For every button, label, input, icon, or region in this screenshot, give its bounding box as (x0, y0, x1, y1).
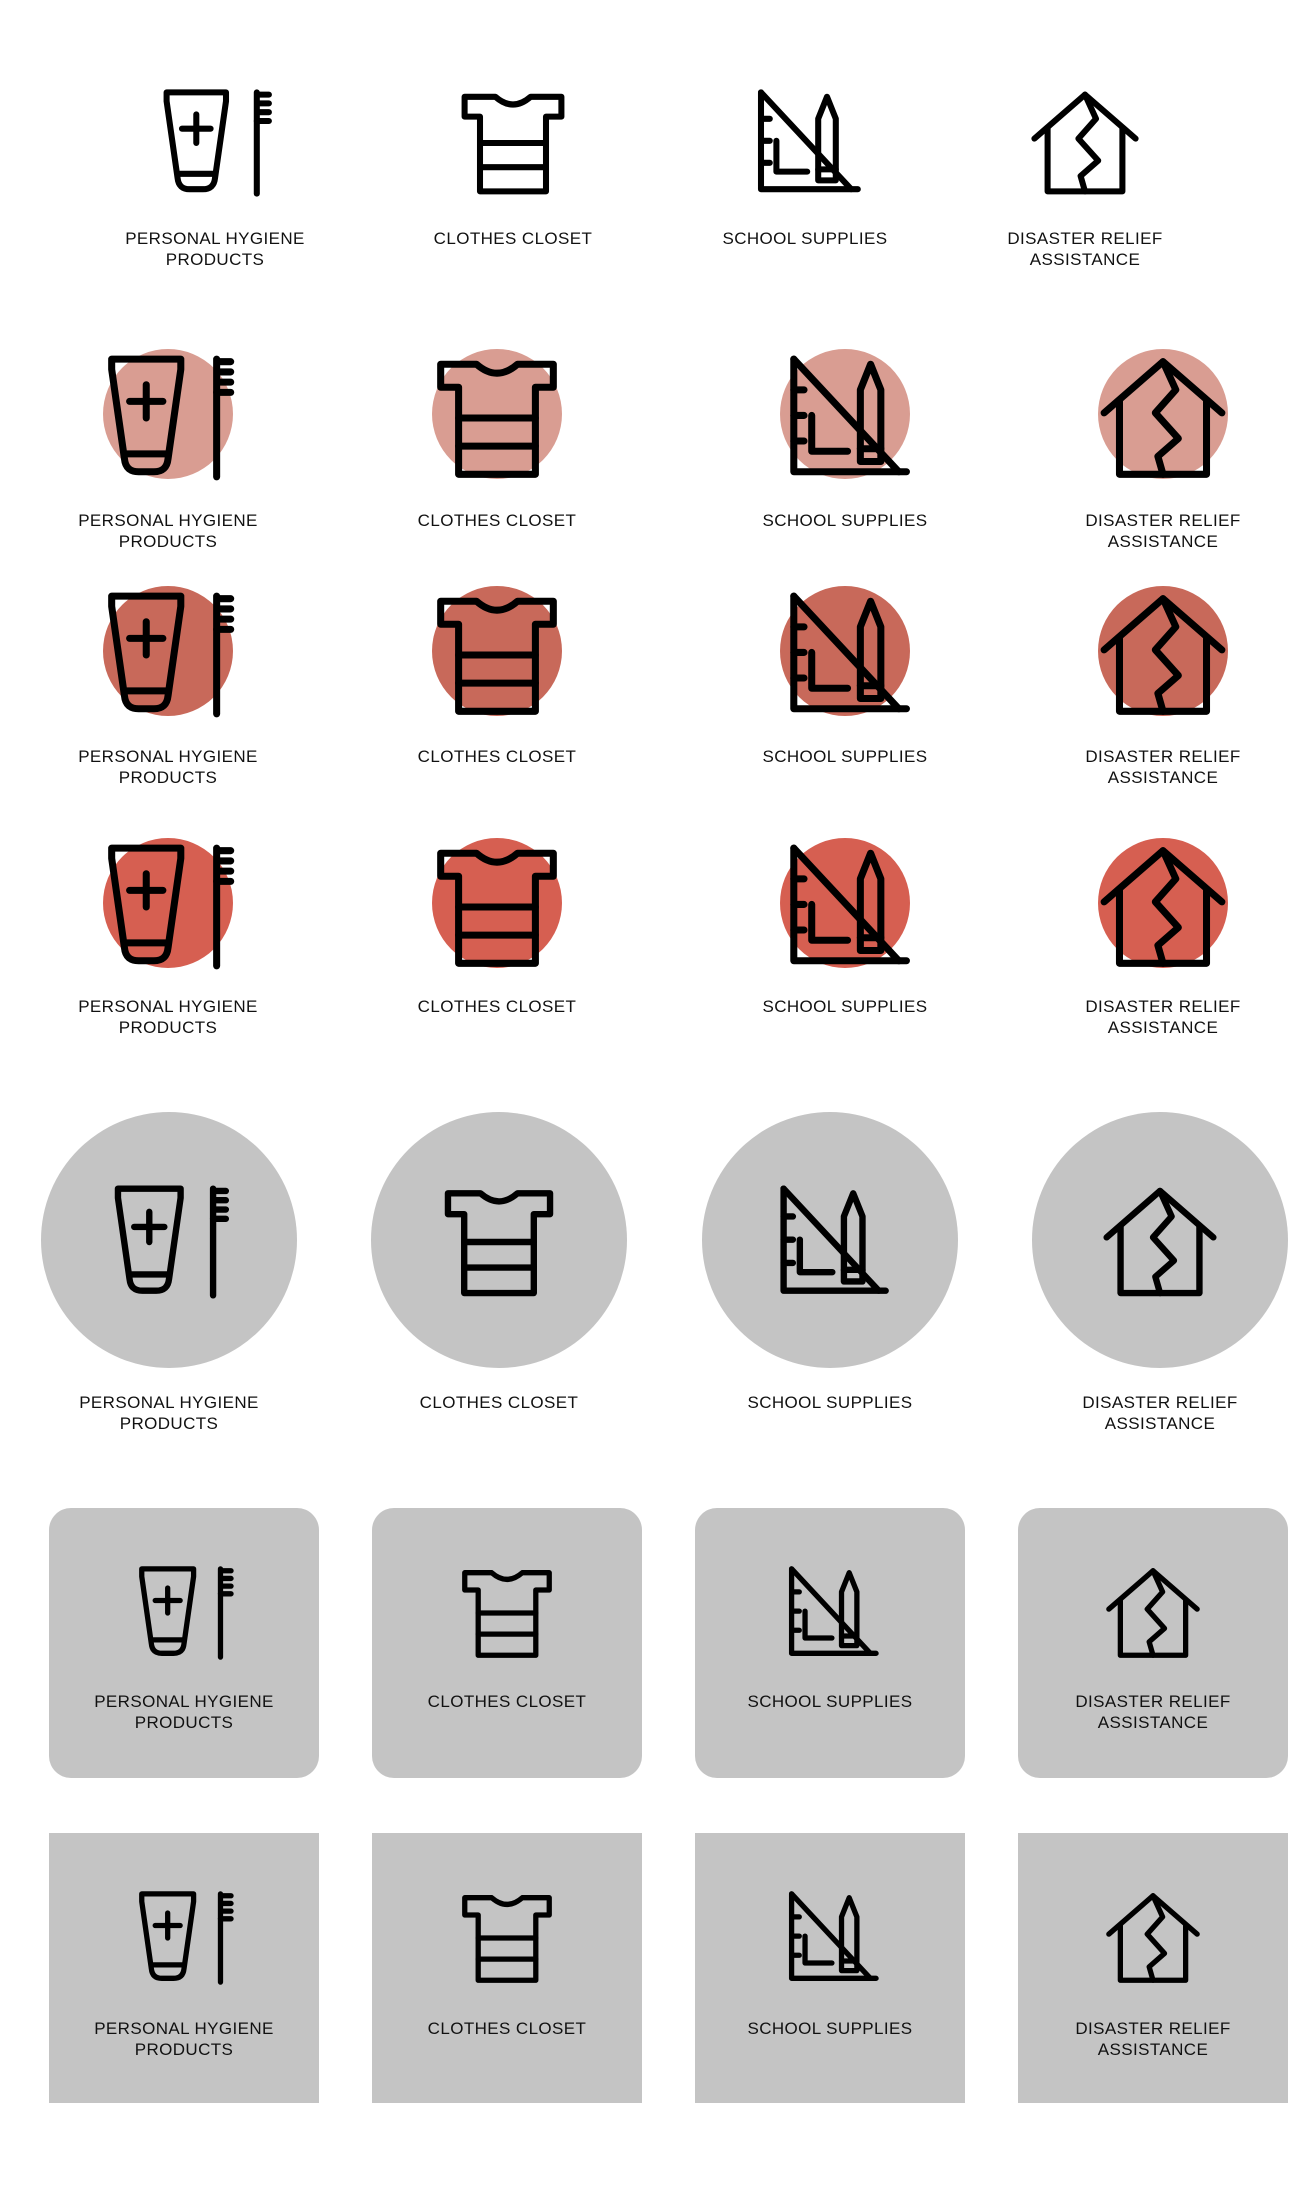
school-supplies-icon (782, 1565, 878, 1661)
house-crack-icon (1102, 1184, 1218, 1300)
service-label: CLOTHES CLOSET (417, 511, 577, 530)
house-crack-icon (1099, 591, 1227, 719)
service-label: DISASTER RELIEF ASSISTANCE (1007, 229, 1163, 269)
service-label: PERSONAL HYGIENE PRODUCTS (125, 229, 305, 269)
service-label: CLOTHES CLOSET (427, 2019, 587, 2038)
service-label: SCHOOL SUPPLIES (747, 1692, 913, 1711)
shirt-icon (459, 1565, 555, 1661)
service-label: SCHOOL SUPPLIES (762, 997, 928, 1016)
service-label: PERSONAL HYGIENE PRODUCTS (78, 511, 258, 551)
hygiene-icon (160, 88, 270, 198)
service-label: CLOTHES CLOSET (433, 229, 593, 248)
service-label: DISASTER RELIEF ASSISTANCE (1085, 747, 1241, 787)
service-label: PERSONAL HYGIENE PRODUCTS (79, 1393, 259, 1433)
service-label: SCHOOL SUPPLIES (747, 1393, 913, 1412)
house-crack-icon (1105, 1890, 1201, 1986)
hygiene-icon (104, 843, 232, 971)
service-label: CLOTHES CLOSET (417, 747, 577, 766)
service-label: DISASTER RELIEF ASSISTANCE (1085, 997, 1241, 1037)
service-label: SCHOOL SUPPLIES (762, 747, 928, 766)
service-label: CLOTHES CLOSET (417, 997, 577, 1016)
shirt-icon (433, 591, 561, 719)
school-supplies-icon (782, 1890, 878, 1986)
service-label: CLOTHES CLOSET (427, 1692, 587, 1711)
service-label: PERSONAL HYGIENE PRODUCTS (78, 997, 258, 1037)
house-crack-icon (1099, 354, 1227, 482)
service-label: CLOTHES CLOSET (419, 1393, 579, 1412)
hygiene-icon (136, 1890, 232, 1986)
service-label: PERSONAL HYGIENE PRODUCTS (94, 1692, 274, 1732)
service-label: SCHOOL SUPPLIES (762, 511, 928, 530)
school-supplies-icon (781, 843, 909, 971)
hygiene-icon (136, 1565, 232, 1661)
hygiene-icon (111, 1184, 227, 1300)
school-supplies-icon (781, 591, 909, 719)
service-label: DISASTER RELIEF ASSISTANCE (1075, 2019, 1231, 2059)
house-crack-icon (1030, 88, 1140, 198)
service-label: SCHOOL SUPPLIES (747, 2019, 913, 2038)
hygiene-icon (104, 354, 232, 482)
service-label: PERSONAL HYGIENE PRODUCTS (94, 2019, 274, 2059)
service-label: SCHOOL SUPPLIES (722, 229, 888, 248)
shirt-icon (458, 88, 568, 198)
house-crack-icon (1099, 843, 1227, 971)
school-supplies-icon (750, 88, 860, 198)
hygiene-icon (104, 591, 232, 719)
shirt-icon (433, 843, 561, 971)
service-label: PERSONAL HYGIENE PRODUCTS (78, 747, 258, 787)
house-crack-icon (1105, 1565, 1201, 1661)
shirt-icon (433, 354, 561, 482)
shirt-icon (459, 1890, 555, 1986)
shirt-icon (441, 1184, 557, 1300)
service-label: DISASTER RELIEF ASSISTANCE (1082, 1393, 1238, 1433)
service-label: DISASTER RELIEF ASSISTANCE (1085, 511, 1241, 551)
school-supplies-icon (772, 1184, 888, 1300)
school-supplies-icon (781, 354, 909, 482)
service-label: DISASTER RELIEF ASSISTANCE (1075, 1692, 1231, 1732)
